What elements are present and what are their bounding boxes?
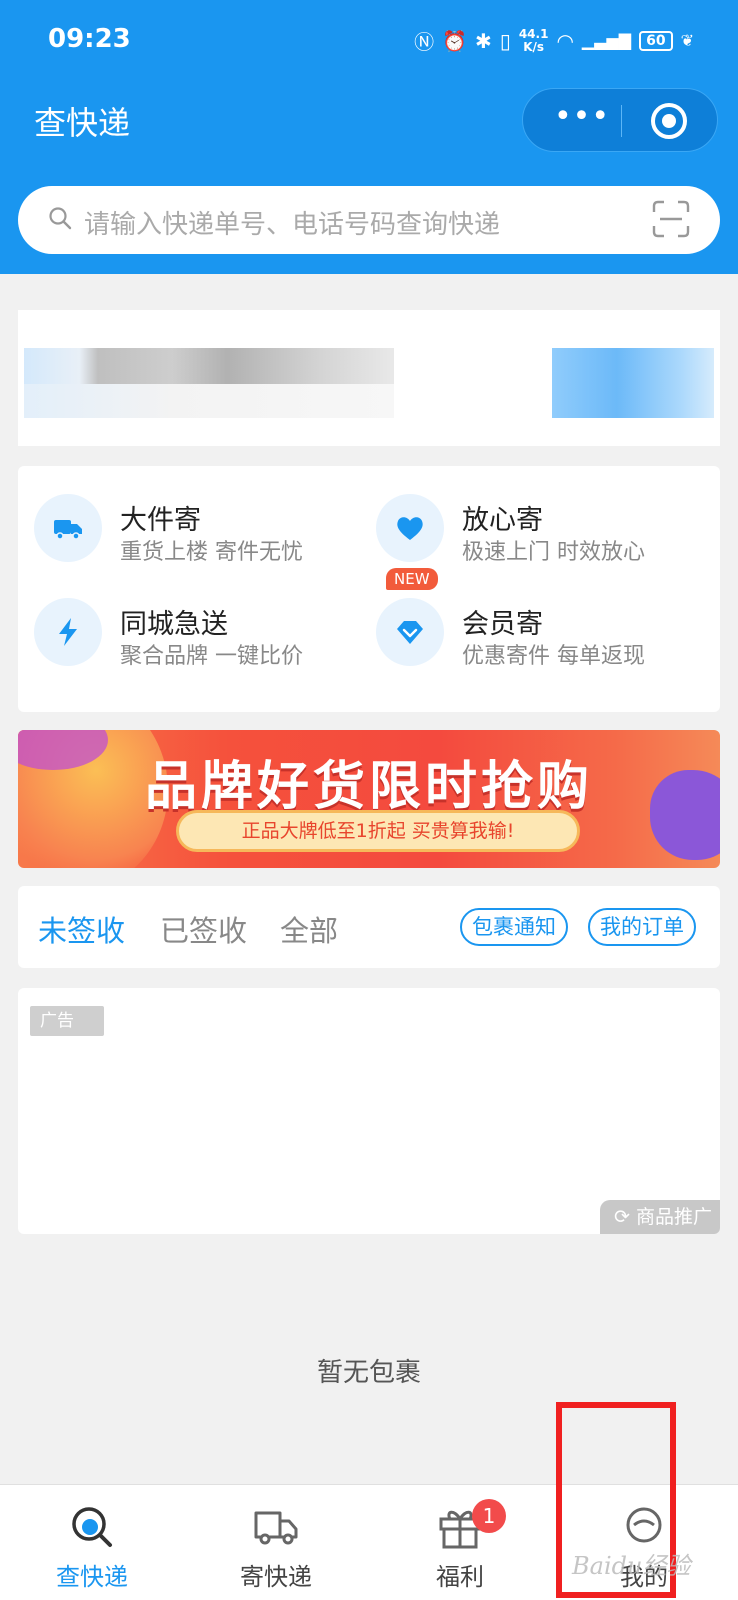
service-member-item[interactable]: NEW 会员寄 优惠寄件 每单返现: [360, 568, 690, 672]
my-orders-button[interactable]: 我的订单: [588, 908, 696, 946]
service-subtitle: 极速上门 时效放心: [462, 540, 645, 565]
tab-label: 福利: [436, 1563, 484, 1591]
miniprogram-capsule: •••: [522, 88, 718, 152]
scan-icon[interactable]: [652, 200, 690, 238]
service-icon-bg: [376, 598, 444, 666]
banner-title: 品牌好货限时抢购: [144, 757, 593, 817]
redacted-block: [24, 384, 394, 418]
tab-label: 寄快递: [240, 1563, 312, 1591]
vibrate-icon: ▯: [499, 28, 511, 53]
ad-card[interactable]: 广告 ⟳ 商品推广: [18, 988, 720, 1234]
ad-tag: 广告: [30, 1006, 104, 1036]
header-area: 09:23 Ⓝ ⏰ ✱ ▯ 44.1 K/s ◠ ▁▃▅▇ 60 ❦ 查快递 •…: [0, 0, 738, 274]
service-title: 放心寄: [462, 505, 543, 536]
link-icon: ⟳: [614, 1206, 636, 1228]
tab-bar-send[interactable]: 寄快递: [184, 1485, 368, 1600]
status-bar: 09:23 Ⓝ ⏰ ✱ ▯ 44.1 K/s ◠ ▁▃▅▇ 60 ❦: [0, 0, 738, 84]
truck-icon: [54, 520, 82, 540]
package-tabs-card: 未签收 已签收 全部 包裹通知 我的订单: [18, 886, 720, 968]
service-subtitle: 重货上楼 寄件无忧: [120, 540, 303, 565]
product-promo-label: ⟳ 商品推广: [600, 1200, 720, 1234]
tab-all[interactable]: 全部: [280, 908, 338, 950]
battery-indicator: 60: [639, 30, 673, 51]
redacted-button: [552, 348, 714, 418]
tab-signed[interactable]: 已签收: [160, 908, 247, 950]
empty-state-text: 暂无包裹: [316, 1358, 421, 1388]
service-title: 会员寄: [462, 609, 543, 640]
service-title: 同城急送: [120, 609, 228, 640]
service-same-city-item[interactable]: 同城急送 聚合品牌 一键比价: [18, 582, 348, 672]
services-card: 大件寄 重货上楼 寄件无忧 放心寄 极速上门 时效放心 同城急送 聚合品牌 一键…: [18, 466, 720, 712]
service-icon-bg: [34, 494, 102, 562]
capsule-divider: [621, 105, 622, 137]
lightning-icon: [59, 618, 77, 646]
tab-bar-welfare[interactable]: 1 福利: [368, 1485, 552, 1600]
service-reassure-item[interactable]: 放心寄 极速上门 时效放心: [360, 478, 690, 568]
redacted-info-card[interactable]: [18, 310, 720, 446]
search-icon: [49, 207, 72, 230]
status-time: 09:23: [48, 24, 131, 54]
net-speed: 44.1 K/s: [518, 26, 549, 54]
alarm-icon: ⏰: [442, 28, 468, 53]
more-button[interactable]: •••: [551, 102, 613, 137]
baidu-watermark: Baidu经验: [572, 1552, 691, 1580]
service-icon-bg: [376, 494, 444, 562]
wifi-icon: ◠: [556, 28, 574, 53]
leaf-icon: ❦: [680, 31, 694, 50]
nfc-icon: Ⓝ: [414, 30, 435, 54]
close-target-icon[interactable]: [651, 103, 687, 139]
signal-icon: ▁▃▅▇: [581, 31, 632, 50]
heart-icon: [397, 517, 423, 540]
search-input[interactable]: 请输入快递单号、电话号码查询快递: [18, 186, 720, 254]
service-subtitle: 优惠寄件 每单返现: [462, 644, 645, 669]
track-search-icon: [72, 1507, 112, 1547]
search-placeholder: 请输入快递单号、电话号码查询快递: [84, 210, 501, 240]
package-notice-button[interactable]: 包裹通知: [460, 908, 568, 946]
service-big-item[interactable]: 大件寄 重货上楼 寄件无忧: [18, 478, 348, 568]
page-title: 查快递: [34, 104, 131, 142]
redacted-block: [24, 348, 394, 384]
service-subtitle: 聚合品牌 一键比价: [120, 644, 303, 669]
notification-badge: 1: [472, 1499, 506, 1533]
promo-banner[interactable]: 品牌好货限时抢购 正品大牌低至1折起 买贵算我输!: [18, 730, 720, 868]
tab-label: 查快递: [56, 1563, 128, 1591]
tab-unsigned[interactable]: 未签收: [38, 908, 125, 950]
service-title: 大件寄: [120, 505, 201, 536]
service-icon-bg: [34, 598, 102, 666]
tab-bar-track[interactable]: 查快递: [0, 1485, 184, 1600]
banner-tagline: 正品大牌低至1折起 买贵算我输!: [176, 810, 580, 852]
new-badge: NEW: [386, 568, 438, 590]
bluetooth-icon: ✱: [475, 28, 492, 53]
diamond-icon: [397, 621, 423, 644]
status-icons: Ⓝ ⏰ ✱ ▯ 44.1 K/s ◠ ▁▃▅▇ 60 ❦: [414, 26, 694, 55]
delivery-truck-icon: [254, 1511, 298, 1545]
